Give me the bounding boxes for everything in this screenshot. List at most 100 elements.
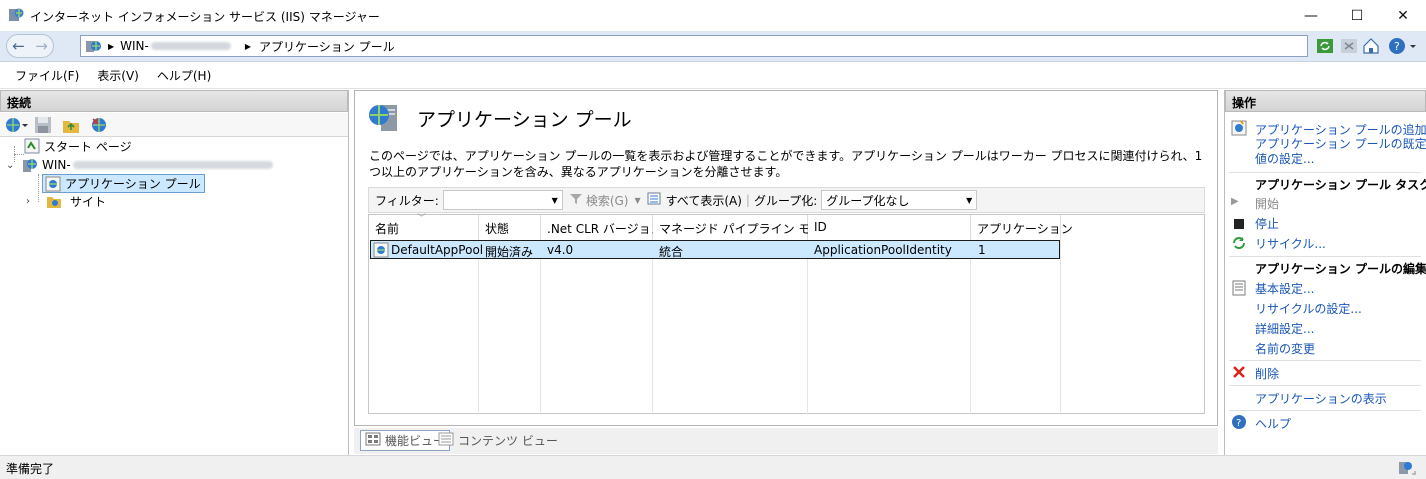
column-header-clr[interactable]: .Net CLR バージョン	[541, 215, 663, 239]
dropdown-arrow-icon: ▼	[551, 196, 558, 205]
column-header-name[interactable]: 名前 ﹀	[369, 214, 479, 239]
main-content: アプリケーション プール このページでは、アプリケーション プールの一覧を表示お…	[354, 90, 1218, 426]
cell-pipeline: 統合	[659, 245, 684, 259]
up-folder-icon[interactable]	[62, 116, 80, 137]
cell-clr: v4.0	[547, 243, 574, 257]
basic-settings-link[interactable]: 基本設定...	[1255, 280, 1314, 297]
app-pool-tasks-heading: アプリケーション プール タスク	[1255, 178, 1426, 192]
disconnect-icon[interactable]	[90, 116, 108, 137]
sites-icon	[46, 193, 62, 209]
forward-button[interactable]: →	[35, 37, 48, 55]
breadcrumb-separator-icon: ▶	[244, 41, 252, 51]
page-title: アプリケーション プール	[417, 109, 632, 131]
add-app-pool-link[interactable]: アプリケーション プールの追加...	[1255, 121, 1426, 138]
tree-app-pools[interactable]: アプリケーション プール	[42, 174, 205, 193]
delete-link[interactable]: 削除	[1255, 365, 1279, 382]
connections-toolbar	[0, 113, 348, 137]
connect-globe-icon[interactable]	[5, 116, 29, 137]
maximize-button[interactable]: ☐	[1334, 0, 1380, 31]
column-header-pipeline[interactable]: マネージド パイプライン モード	[653, 215, 834, 239]
tree-app-pools-label: アプリケーション プール	[65, 177, 201, 191]
close-button[interactable]: ✕	[1380, 0, 1426, 31]
breadcrumb-separator-icon: ▶	[108, 41, 115, 51]
view-applications-link[interactable]: アプリケーションの表示	[1255, 390, 1387, 407]
basic-settings-icon	[1231, 280, 1247, 296]
stop-link[interactable]: 停止	[1255, 215, 1279, 232]
cell-applications: 1	[978, 243, 986, 257]
cell-status: 開始済み	[485, 245, 534, 259]
menu-bar: ファイル(F) 表示(V) ヘルプ(H)	[0, 63, 1426, 89]
start-page-icon	[24, 138, 40, 154]
start-icon: ▶	[1231, 196, 1239, 207]
menu-view[interactable]: 表示(V)	[88, 67, 148, 84]
iis-app-icon	[8, 7, 24, 23]
expand-chevron-icon[interactable]: ›	[26, 196, 38, 207]
address-field[interactable]: ▶ WIN- ▶ アプリケーション プール	[80, 35, 1308, 57]
menu-help[interactable]: ヘルプ(H)	[148, 67, 220, 84]
redacted-server-name	[150, 42, 231, 50]
connections-panel: 接続 スタート ページ ⌄ WIN- アプリケーション プール › サイト	[0, 90, 349, 455]
delete-icon	[1231, 364, 1247, 380]
features-view-icon	[365, 432, 381, 449]
add-app-pool-icon	[1231, 120, 1247, 136]
status-text: 準備完了	[6, 462, 55, 476]
cell-name: DefaultAppPool	[391, 243, 484, 257]
filter-bar: フィルター: ▼ 検索(G) ▼ すべて表示(A) | グループ化: グループ化…	[368, 187, 1205, 213]
minimize-button[interactable]: —	[1288, 0, 1334, 31]
filter-input[interactable]: ▼	[442, 190, 563, 210]
help-dropdown-icon[interactable]: ?	[1388, 37, 1420, 55]
group-by-label: グループ化:	[753, 193, 818, 208]
app-pools-heading-icon	[367, 101, 401, 135]
help-link[interactable]: ヘルプ	[1255, 415, 1291, 432]
table-row[interactable]: DefaultAppPool 開始済み v4.0 統合 ApplicationP…	[370, 240, 1060, 259]
tree-server-label: WIN-	[42, 158, 71, 172]
actions-header: 操作	[1225, 90, 1426, 112]
server-icon	[22, 157, 38, 173]
actions-panel: 操作 アプリケーション プールの追加... アプリケーション プールの既定値の設…	[1224, 90, 1426, 455]
edit-app-pool-heading: アプリケーション プールの編集	[1255, 262, 1426, 276]
group-by-select[interactable]: グループ化なし ▼	[821, 190, 978, 210]
title-bar: インターネット インフォメーション サービス (IIS) マネージャー — ☐ …	[0, 0, 1426, 31]
dropdown-arrow-icon: ▼	[966, 196, 973, 205]
tab-content-view[interactable]: コンテンツ ビュー	[434, 430, 562, 451]
tree-sites[interactable]: › サイト	[26, 192, 106, 210]
address-bar: ← → ▶ WIN- ▶ アプリケーション プール ?	[0, 31, 1426, 62]
search-button[interactable]: 検索(G) ▼	[569, 192, 641, 209]
recycle-link[interactable]: リサイクル...	[1255, 235, 1326, 252]
breadcrumb-app-pools[interactable]: アプリケーション プール	[259, 38, 395, 55]
show-all-button[interactable]: すべて表示(A)	[647, 192, 742, 209]
column-header-status[interactable]: 状態	[479, 215, 541, 239]
advanced-settings-link[interactable]: 詳細設定...	[1255, 320, 1314, 337]
redacted-server-name	[72, 161, 273, 169]
recycling-settings-link[interactable]: リサイクルの設定...	[1255, 300, 1362, 317]
nav-buttons: ← →	[6, 34, 54, 58]
column-header-identity[interactable]: ID	[808, 215, 971, 239]
window-title: インターネット インフォメーション サービス (IIS) マネージャー	[30, 10, 380, 24]
app-pools-table: 名前 ﹀ 状態 .Net CLR バージョン マネージド パイプライン モード …	[368, 214, 1205, 415]
view-tabs: 機能ビュー コンテンツ ビュー	[354, 428, 1218, 454]
tree-sites-label: サイト	[70, 194, 107, 209]
content-view-icon	[438, 432, 454, 449]
sort-indicator-icon: ﹀	[417, 214, 427, 224]
breadcrumb-server[interactable]: WIN-	[120, 39, 149, 53]
home-icon[interactable]	[1362, 37, 1380, 55]
network-status-icon	[1398, 460, 1418, 479]
refresh-icon[interactable]	[1316, 37, 1334, 55]
stop-icon	[1231, 216, 1247, 232]
rename-link[interactable]: 名前の変更	[1255, 340, 1315, 357]
globe-icon	[86, 38, 102, 54]
cell-identity: ApplicationPoolIdentity	[814, 243, 952, 257]
recycle-icon	[1231, 235, 1247, 251]
tree-start-page[interactable]: スタート ページ	[24, 137, 132, 155]
column-header-applications[interactable]: アプリケーション	[971, 215, 1073, 239]
collapse-chevron-icon[interactable]: ⌄	[6, 160, 18, 171]
stop-loading-icon[interactable]	[1340, 37, 1358, 55]
connections-header: 接続	[0, 90, 348, 112]
set-app-pool-defaults-link[interactable]: アプリケーション プールの既定値の設定...	[1255, 137, 1426, 167]
start-link[interactable]: 開始	[1255, 195, 1279, 212]
save-icon[interactable]	[34, 116, 52, 137]
svg-text:?: ?	[1236, 418, 1241, 429]
tree-server[interactable]: ⌄ WIN-	[6, 156, 273, 174]
back-button[interactable]: ←	[12, 37, 25, 55]
menu-file[interactable]: ファイル(F)	[6, 67, 88, 84]
